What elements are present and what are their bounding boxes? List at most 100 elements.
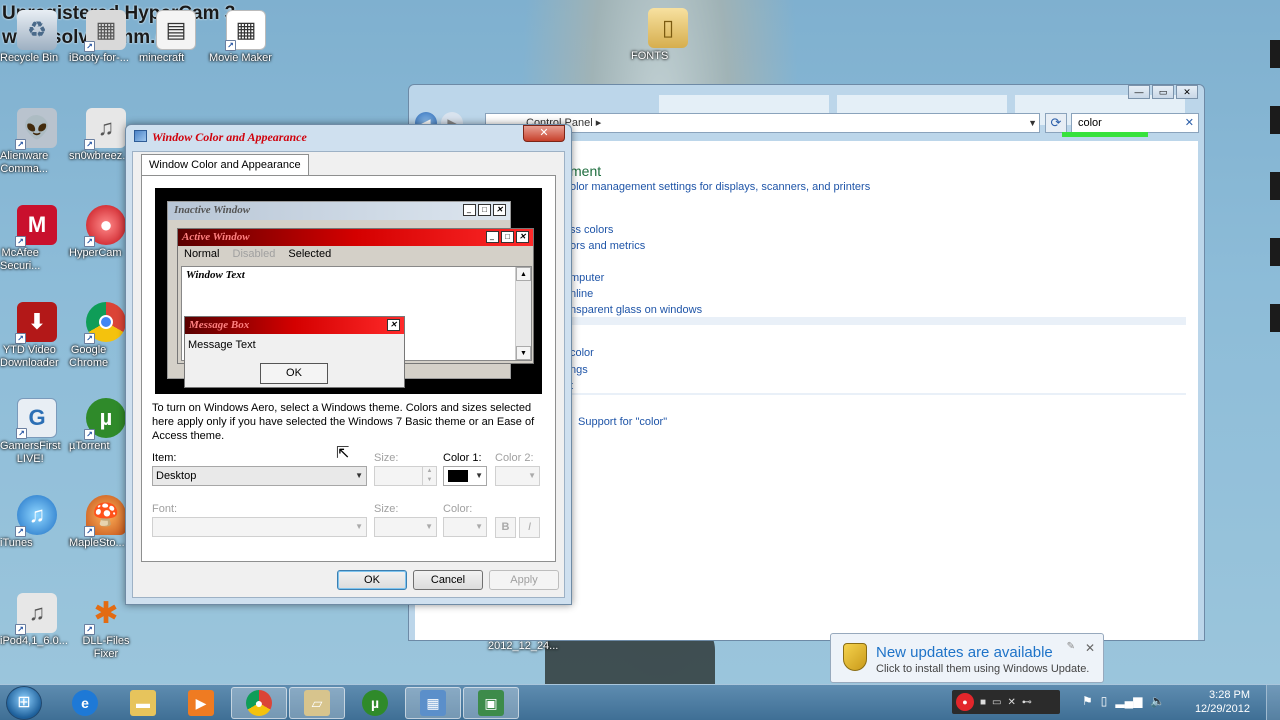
maplestory-icon: 🍄 ↗ [84,495,126,537]
settings-icon[interactable]: ⊷ [1022,697,1032,708]
font-color-picker[interactable]: ▼ [443,517,487,537]
utorrent-icon: µ ↗ [84,398,126,440]
pin-icon[interactable]: ✎ [1067,641,1075,652]
menu-normal[interactable]: Normal [184,248,219,260]
search-input[interactable]: color ✕ [1062,113,1199,137]
camera-icon[interactable]: ▭ [992,697,1001,708]
taskbar-explorer[interactable]: ▬ [115,687,171,719]
taskbar-ie[interactable]: e [57,687,113,719]
scroll-down-icon: ▼ [516,346,531,360]
size-stepper[interactable]: ▲ ▼ [374,466,437,486]
battery-icon[interactable]: ▯ [1101,694,1108,708]
mute-icon[interactable]: ✕ [1008,697,1016,708]
menu-disabled[interactable]: Disabled [233,248,276,260]
dialog-title: Window Color and Appearance [152,130,307,144]
result-link-6[interactable]: nsparent glass on windows [570,304,702,316]
desktop-icon-minecraft[interactable]: ▤ minecraft [139,10,213,64]
record-icon[interactable]: ● [956,693,974,711]
taskbar-chrome[interactable]: ● [231,687,287,719]
maximize-button[interactable]: ▭ [1152,85,1174,99]
close-icon[interactable]: ✕ [1085,641,1095,655]
minimize-button[interactable]: — [1128,85,1150,99]
chrome-icon: ↗ [84,302,126,344]
preview-active-title[interactable]: Active Window _ □ ✕ [178,229,533,246]
desktop-icon-ipod[interactable]: ♫ ↗ iPod4,1_6.0... [0,593,74,647]
display-icon: ▣ [478,690,504,716]
show-desktop-button[interactable] [1266,685,1280,720]
font-size-label: Size: [374,503,399,515]
result-link-5[interactable]: nline [570,288,593,300]
notification-subtitle[interactable]: Click to install them using Windows Upda… [876,663,1089,675]
minimize-icon: _ [486,231,499,243]
taskbar-display-settings[interactable]: ▣ [463,687,519,719]
clear-search-icon[interactable]: ✕ [1185,114,1194,132]
system-tray: ⚑ ▯ ▂▄▆ 🔈 [1082,694,1165,708]
cancel-button[interactable]: Cancel [413,570,483,590]
notification-title[interactable]: New updates are available [876,644,1053,661]
result-link-7[interactable]: color [570,347,594,359]
preview-message-box[interactable]: Message Box ✕ Message Text OK [184,316,405,388]
result-link-4[interactable]: mputer [570,272,604,284]
start-button[interactable]: ⊞ [6,686,42,720]
app-icon: ♫ ↗ [15,593,57,635]
update-notification[interactable]: New updates are available Click to insta… [830,633,1104,683]
chevron-down-icon[interactable]: ▼ [1028,114,1037,132]
refresh-icon[interactable]: ⟳ [1045,113,1067,133]
taskbar-control-panel[interactable]: ▦ [405,687,461,719]
desktop-icon-gamersfirst[interactable]: G ↗ GamersFirst LIVE! [0,398,74,465]
support-link[interactable]: Support for "color" [578,416,667,428]
close-button[interactable]: ✕ [1176,85,1198,99]
dialog-icon [134,130,147,142]
color2-picker[interactable]: ▼ [495,466,540,486]
result-link-1[interactable]: olor management settings for displays, s… [570,181,870,193]
font-select[interactable]: ▼ [152,517,367,537]
desktop-icon-mcafee[interactable]: M ↗ McAfee Securi... [0,205,74,272]
dialog-close-button[interactable]: ✕ [523,125,565,142]
network-icon[interactable]: ▂▄▆ [1115,694,1142,708]
folder-icon: ▯ [648,8,688,48]
clock[interactable]: 3:28 PM 12/29/2012 [1195,688,1250,716]
stop-icon[interactable]: ■ [980,697,986,708]
volume-icon[interactable]: 🔈 [1150,694,1165,708]
flag-icon[interactable]: ⚑ [1082,694,1093,708]
preview-message-title[interactable]: Message Box ✕ [185,317,404,334]
desktop-icon-itunes[interactable]: ♫ ↗ iTunes [0,495,74,549]
spin-icon: ▲ ▼ [422,467,436,485]
size-label: Size: [374,452,399,464]
italic-button[interactable]: I [519,517,540,538]
result-link-3[interactable]: ors and metrics [570,240,645,252]
item-select[interactable]: Desktop ▼ [152,466,367,486]
color1-picker[interactable]: ▼ [443,466,487,486]
font-size-select[interactable]: ▼ [374,517,437,537]
result-heading[interactable]: ment [570,163,601,179]
desktop-icon-fonts[interactable]: ▯ FONTS [631,8,705,62]
apply-button[interactable]: Apply [489,570,559,590]
clock-time: 3:28 PM [1209,689,1250,701]
desktop-icon-alienware[interactable]: 👽 ↗ Alienware Comma... [0,108,74,175]
itunes-icon: ♫ ↗ [15,495,57,537]
preview-menu-bar[interactable]: Normal Disabled Selected [178,246,533,264]
preview-ok-button[interactable]: OK [260,363,328,384]
preview-inactive-title[interactable]: Inactive Window _ □ ✕ [168,202,510,220]
ytd-icon: ⬇ ↗ [15,302,57,344]
taskbar-utorrent[interactable]: µ [347,687,403,719]
recorder-controls[interactable]: ● ■ ▭ ✕ ⊷ [952,690,1060,714]
tab-window-color[interactable]: Window Color and Appearance [141,154,309,175]
desktop-icon-movie-maker[interactable]: ▦ ↗ Movie Maker [209,10,283,64]
desktop-icon-ibooty[interactable]: ▦ ↗ iBooty-for-... [69,10,143,64]
window-color-dialog[interactable]: Window Color and Appearance ✕ Window Col… [125,124,572,605]
appearance-preview[interactable]: Inactive Window _ □ ✕ Active Window _ □ ✕ No… [155,188,542,394]
chevron-down-icon: ▼ [475,471,483,480]
ok-button[interactable]: OK [337,570,407,590]
result-link-8[interactable]: ngs [570,364,588,376]
folder-icon: ▬ [130,690,156,716]
bold-button[interactable]: B [495,517,516,538]
preview-scrollbar[interactable]: ▲ ▼ [515,267,531,360]
menu-selected[interactable]: Selected [288,248,331,260]
result-link-2[interactable]: ss colors [570,224,613,236]
taskbar-media-player[interactable]: ▶ [173,687,229,719]
desktop-icon-ytd[interactable]: ⬇ ↗ YTD Video Downloader [0,302,74,369]
mouse-cursor-icon: ⇱ [336,445,350,462]
taskbar-folder[interactable]: ▱ [289,687,345,719]
desktop-icon-recycle-bin[interactable]: ♻ Recycle Bin [0,10,74,64]
